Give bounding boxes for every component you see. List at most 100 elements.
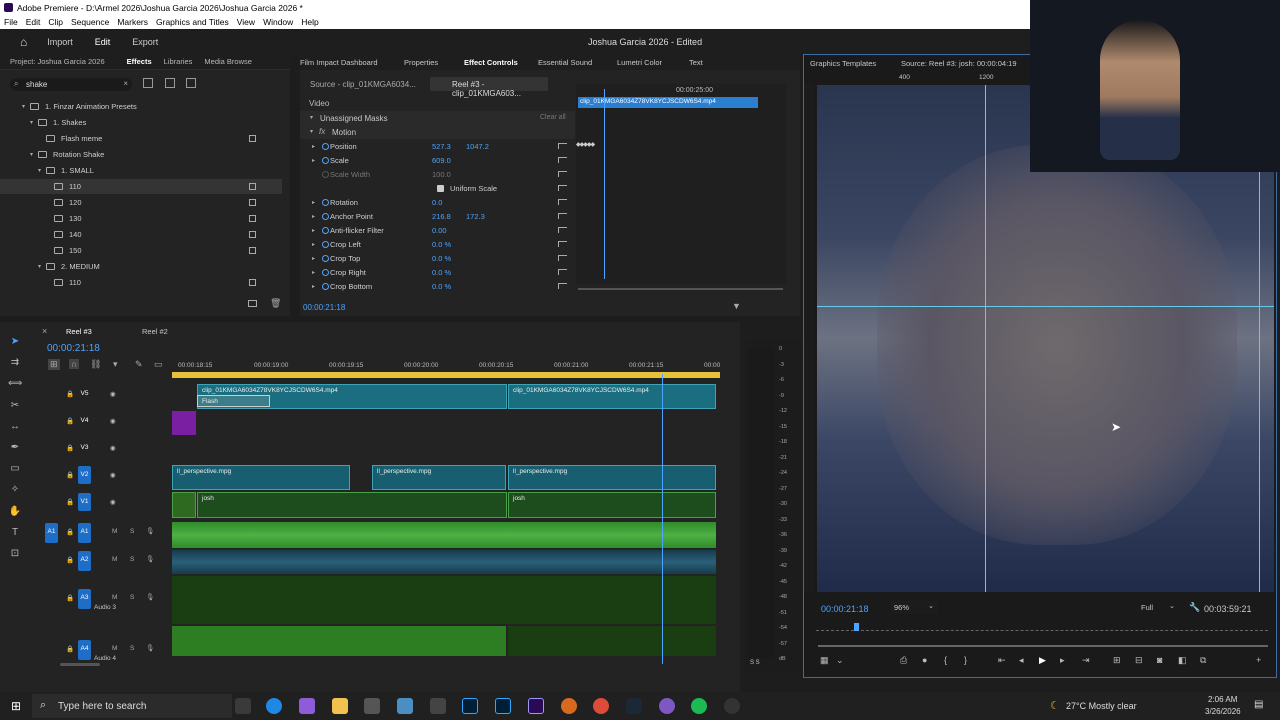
reset-icon[interactable] xyxy=(558,241,567,247)
ec-reel-tab[interactable]: Reel #3 - clip_01KMGA603... xyxy=(452,80,548,98)
solo-icon[interactable]: S xyxy=(130,528,134,535)
menu-help[interactable]: Help xyxy=(301,17,318,27)
mute-icon[interactable]: M xyxy=(112,645,117,652)
new-bin-icon[interactable] xyxy=(248,300,257,307)
clip-a4-a[interactable] xyxy=(172,626,506,656)
tab-reel-2[interactable]: Reel #2 xyxy=(142,327,168,336)
tree-item-0[interactable]: ▾ 1. Finzar Animation Presets xyxy=(0,99,282,114)
ec-prop-value[interactable]: 0.00 xyxy=(432,226,447,235)
stopwatch-icon[interactable] xyxy=(322,226,329,234)
timeline-zoom-scroll[interactable] xyxy=(60,663,100,666)
ec-reel-tab-bg[interactable]: Reel #3 - clip_01KMGA603... xyxy=(430,77,548,98)
track-target-a2[interactable]: A2 xyxy=(78,551,91,571)
menu-edit[interactable]: Edit xyxy=(26,17,41,27)
tree-item-5[interactable]: 110 xyxy=(0,179,282,194)
mic-icon[interactable]: 🎙 xyxy=(146,644,154,652)
tab-reel-3[interactable]: Reel #3 xyxy=(66,327,92,336)
reset-icon[interactable] xyxy=(558,213,567,219)
uniform-scale-checkbox[interactable] xyxy=(437,184,444,192)
quality-select[interactable]: Full ⌄ xyxy=(1137,601,1177,614)
store-icon[interactable] xyxy=(364,698,380,714)
expand-icon[interactable]: ▾ xyxy=(30,119,38,126)
pen-icon[interactable]: ✒ xyxy=(8,442,22,456)
clip-v4-adjustment[interactable] xyxy=(172,411,196,435)
menu-window[interactable]: Window xyxy=(263,17,293,27)
step-back-icon[interactable]: ◂ xyxy=(1019,655,1024,666)
eye-icon[interactable]: ◉ xyxy=(110,417,116,425)
tab-export[interactable]: Export xyxy=(132,37,158,47)
track-target-v1[interactable]: V1 xyxy=(78,493,91,511)
add-marker-icon[interactable]: ▾ xyxy=(113,359,118,370)
ec-prop-value-2[interactable]: 172.3 xyxy=(466,212,485,221)
menu-file[interactable]: File xyxy=(4,17,18,27)
chrome-icon[interactable] xyxy=(593,698,609,714)
solo-icon[interactable]: S xyxy=(130,556,134,563)
reset-icon[interactable] xyxy=(558,185,567,191)
ec-prop-value[interactable]: 0.0 % xyxy=(432,268,451,277)
clip-v1-stub[interactable] xyxy=(172,492,196,518)
wrench-icon[interactable]: 🔧 xyxy=(1189,602,1200,613)
slip-icon[interactable]: ↔ xyxy=(8,421,22,435)
track-target-a4[interactable]: A4 xyxy=(78,640,91,660)
eye-icon[interactable]: ◉ xyxy=(110,390,116,398)
search-input[interactable]: shake xyxy=(26,80,47,89)
captions-icon[interactable]: ▭ xyxy=(154,359,163,370)
tree-item-6[interactable]: 120 xyxy=(0,195,282,210)
step-forward-icon[interactable]: ▸ xyxy=(1060,655,1065,666)
go-to-out-icon[interactable]: ⇥ xyxy=(1082,655,1090,666)
timeline-timecode[interactable]: 00:00:21:18 xyxy=(47,343,100,354)
settings-icon[interactable] xyxy=(430,698,446,714)
mark-out-icon[interactable]: } xyxy=(964,655,967,665)
eye-icon[interactable]: ◉ xyxy=(110,471,116,479)
ec-mini-clip[interactable]: clip_01KMGA6034Z78VK8YCJSCDW6S4.mp4 xyxy=(578,97,758,108)
lock-icon[interactable]: 🔒 xyxy=(66,417,74,425)
lock-icon[interactable]: 🔒 xyxy=(66,444,74,452)
nest-toggle-icon[interactable]: ⊞ xyxy=(48,359,60,370)
tab-properties[interactable]: Properties xyxy=(404,58,438,67)
discord-icon[interactable] xyxy=(659,698,675,714)
linked-selection-icon[interactable]: ⛓ xyxy=(90,359,101,370)
reset-icon[interactable] xyxy=(558,171,567,177)
ec-zoom-scroll[interactable] xyxy=(578,288,783,290)
solo-icon[interactable]: S xyxy=(130,645,134,652)
safe-margins-icon[interactable]: ▦ xyxy=(820,655,829,666)
stopwatch-icon[interactable] xyxy=(322,198,329,206)
tab-essential-sound[interactable]: Essential Sound xyxy=(538,58,592,67)
tree-item-8[interactable]: 140 xyxy=(0,227,282,242)
ec-prop-value[interactable]: 0.0 xyxy=(432,198,442,207)
tree-item-3[interactable]: ▾ Rotation Shake xyxy=(0,147,282,162)
clip-v1-b[interactable]: josh xyxy=(508,492,716,518)
mic-icon[interactable]: 🎙 xyxy=(146,593,154,601)
windows-start-icon[interactable]: ⊞ xyxy=(11,699,21,713)
wand-icon[interactable]: ✧ xyxy=(8,484,22,498)
blender-icon[interactable] xyxy=(561,698,577,714)
expand-icon[interactable]: ▾ xyxy=(38,263,46,270)
steam-icon[interactable] xyxy=(626,698,642,714)
reset-icon[interactable] xyxy=(558,255,567,261)
photoshop-icon[interactable] xyxy=(462,698,478,714)
lock-icon[interactable]: 🔒 xyxy=(66,556,74,564)
ec-prop-value[interactable]: 0.0 % xyxy=(432,254,451,263)
reset-icon[interactable] xyxy=(558,283,567,289)
tree-item-7[interactable]: 130 xyxy=(0,211,282,226)
tab-lumetri-color[interactable]: Lumetri Color xyxy=(617,58,662,67)
keyframe-markers[interactable]: ◆◆◆◆◆ xyxy=(576,141,595,148)
clip-flash-transition[interactable]: Flash xyxy=(197,395,270,407)
expand-icon[interactable]: ▸ xyxy=(312,157,315,164)
track-target-v5[interactable]: V5 xyxy=(78,385,91,403)
clip-v5-b[interactable]: clip_01KMGA6034Z78VK8YCJSCDW6S4.mp4 xyxy=(508,384,716,409)
tab-project[interactable]: Project: Joshua Garcia 2026 xyxy=(10,57,105,66)
tab-graphics-templates[interactable]: Graphics Templates xyxy=(810,59,876,68)
clock-date[interactable]: 3/26/2026 xyxy=(1205,707,1241,716)
program-timecode[interactable]: 00:00:21:18 xyxy=(821,604,869,614)
stopwatch-icon[interactable] xyxy=(322,268,329,276)
razor-icon[interactable]: ✂ xyxy=(8,400,22,414)
filter-icon[interactable]: ▼ xyxy=(732,301,741,311)
program-scrubber[interactable] xyxy=(816,621,1268,631)
menu-graphics[interactable]: Graphics and Titles xyxy=(156,17,229,27)
copilot-icon[interactable] xyxy=(299,698,315,714)
menu-view[interactable]: View xyxy=(237,17,255,27)
expand-icon[interactable]: ▸ xyxy=(312,241,315,248)
clip-v2-b[interactable]: ll_perspective.mpg xyxy=(372,465,506,490)
spotify-icon[interactable] xyxy=(691,698,707,714)
